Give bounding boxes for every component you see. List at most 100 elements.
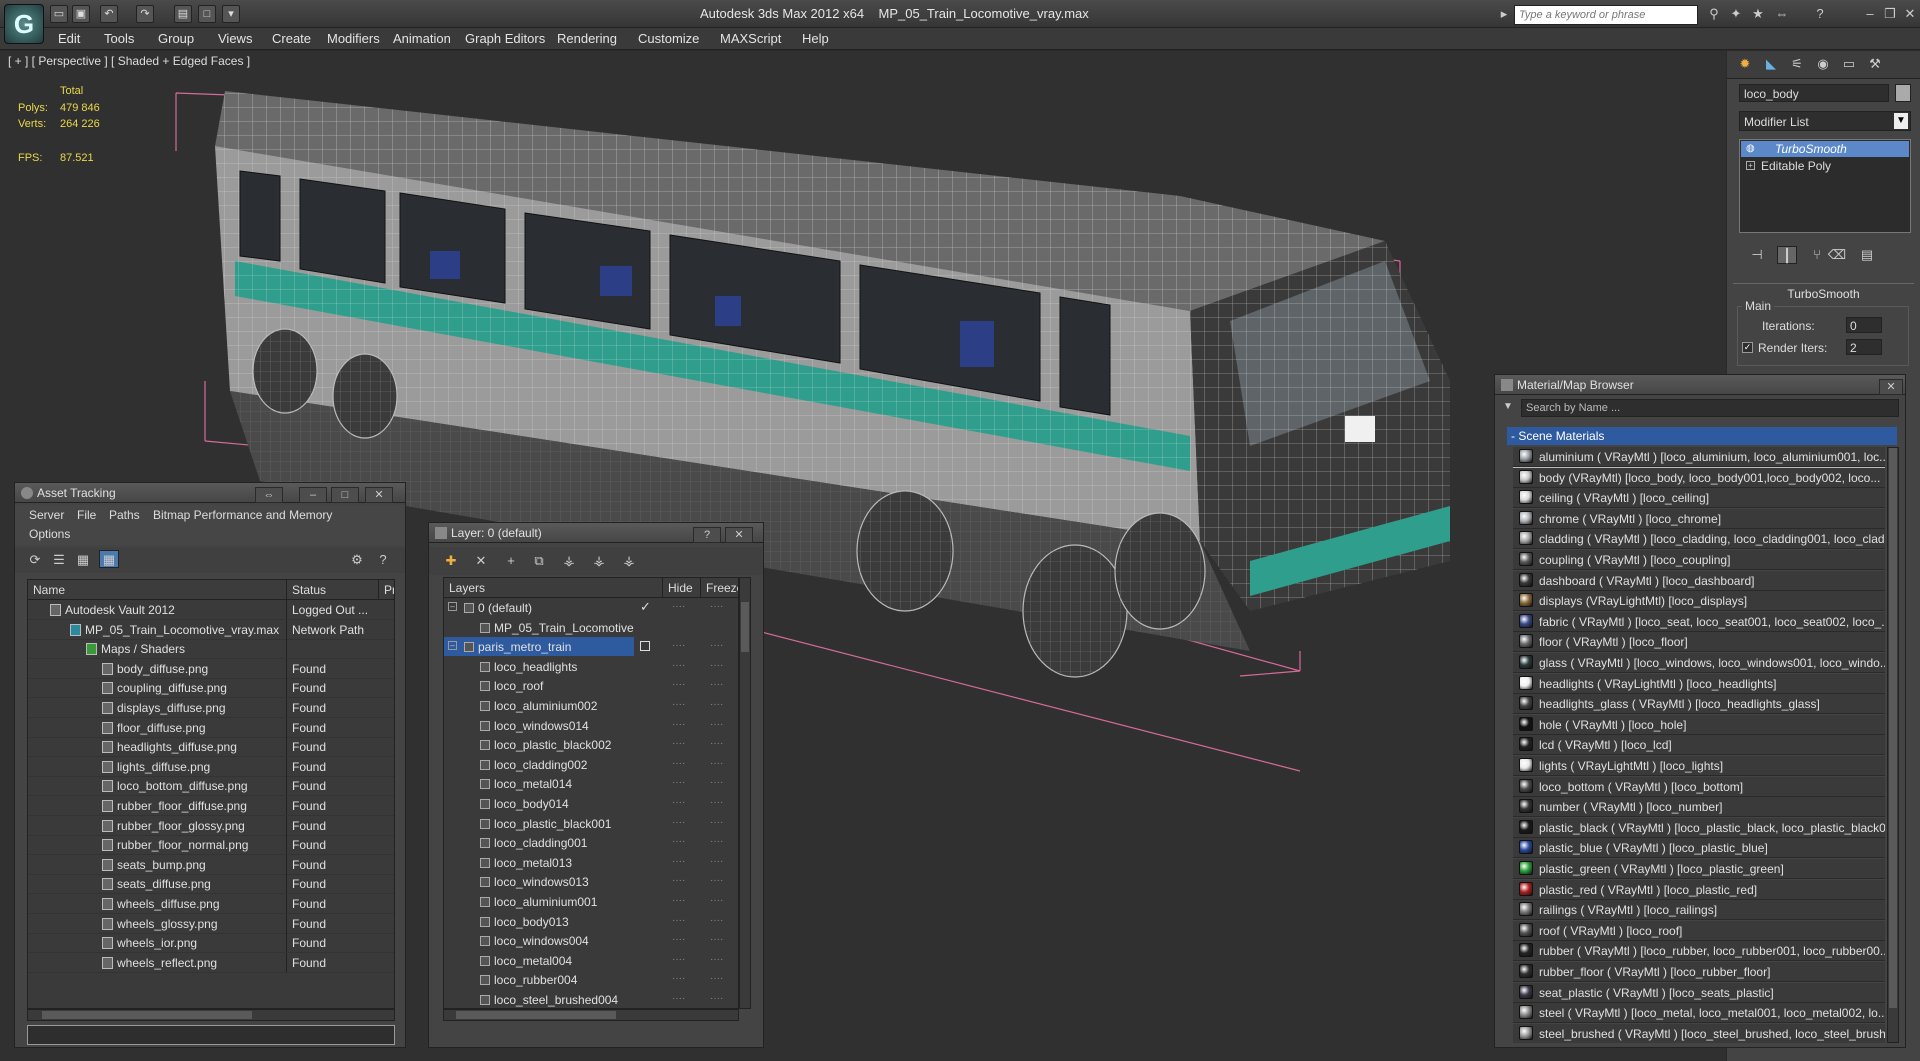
table-view-icon[interactable]: ▦	[99, 550, 119, 568]
freeze-toggle-icon[interactable]: ····	[710, 679, 723, 690]
material-search-input[interactable]: Search by Name ...	[1521, 399, 1899, 417]
col-status[interactable]: Status	[286, 580, 378, 600]
set-current-layer-icon[interactable]	[640, 641, 650, 652]
scroll-thumb[interactable]	[1889, 448, 1897, 1008]
motion-tab-icon[interactable]: ◉	[1813, 55, 1833, 73]
freeze-toggle-icon[interactable]: ····	[710, 738, 723, 749]
scroll-thumb[interactable]	[741, 602, 749, 652]
material-item[interactable]: fabric ( VRayMtl ) [loco_seat, loco_seat…	[1513, 611, 1885, 632]
material-item[interactable]: rubber ( VRayMtl ) [loco_rubber, loco_ru…	[1513, 941, 1885, 962]
freeze-toggle-icon[interactable]: ····	[710, 895, 723, 906]
freeze-toggle-icon[interactable]: ····	[710, 797, 723, 808]
freeze-toggle-icon[interactable]: ····	[710, 817, 723, 828]
collapse-icon[interactable]: –	[448, 641, 457, 651]
freeze-toggle-icon[interactable]: ····	[710, 856, 723, 867]
help-icon[interactable]: ?	[373, 551, 393, 569]
material-item[interactable]: displays (VRayLightMtl) [loco_displays]	[1513, 591, 1885, 612]
col-pro[interactable]: Pro	[378, 580, 394, 600]
freeze-toggle-icon[interactable]: ····	[710, 777, 723, 788]
freeze-all-icon[interactable]: ⚶	[619, 552, 639, 570]
minimize-icon[interactable]: –	[299, 487, 327, 503]
material-item[interactable]: ceiling ( VRayMtl ) [loco_ceiling]	[1513, 488, 1885, 509]
layer-row[interactable]: loco_plastic_black001 ···· ····	[444, 814, 738, 834]
menu-customize[interactable]: Customize	[638, 31, 699, 46]
object-name-field[interactable]: loco_body	[1739, 84, 1889, 102]
hide-toggle-icon[interactable]: ····	[672, 679, 685, 690]
material-item[interactable]: headlights ( VRayLightMtl ) [loco_headli…	[1513, 673, 1885, 694]
save-icon[interactable]: ▣	[72, 5, 90, 23]
material-item[interactable]: floor ( VRayMtl ) [loco_floor]	[1513, 632, 1885, 653]
freeze-toggle-icon[interactable]: ····	[710, 973, 723, 984]
redo-icon[interactable]: ↷	[136, 5, 154, 23]
chevron-down-icon[interactable]: ▼	[1894, 113, 1908, 129]
menu-help[interactable]: Help	[802, 31, 829, 46]
expand-icon[interactable]: +	[1746, 161, 1755, 170]
layer-horizontal-scrollbar[interactable]	[443, 1009, 739, 1021]
layer-row[interactable]: loco_windows014 ···· ····	[444, 716, 738, 736]
close-icon[interactable]: ✕	[1900, 5, 1920, 23]
refresh-icon[interactable]: ⟳	[25, 551, 45, 569]
material-item[interactable]: dashboard ( VRayMtl ) [loco_dashboard]	[1513, 570, 1885, 591]
asset-row[interactable]: Maps / Shaders	[28, 639, 394, 660]
asset-row[interactable]: seats_diffuse.png Found	[28, 874, 394, 895]
material-item[interactable]: body (VRayMtl) [loco_body, loco_body001,…	[1513, 466, 1885, 489]
communication-center-icon[interactable]: ✦	[1726, 5, 1746, 23]
close-icon[interactable]: ✕	[365, 487, 393, 503]
material-item[interactable]: loco_bottom ( VRayMtl ) [loco_bottom]	[1513, 776, 1885, 797]
hierarchy-tab-icon[interactable]: ⚟	[1787, 55, 1807, 73]
material-item[interactable]: coupling ( VRayMtl ) [loco_coupling]	[1513, 550, 1885, 570]
help-button[interactable]: ?	[693, 527, 721, 543]
hide-toggle-icon[interactable]: ····	[672, 993, 685, 1004]
asset-horizontal-scrollbar[interactable]	[27, 1009, 395, 1021]
thumbnail-icon[interactable]: ▦	[73, 551, 93, 569]
layer-row[interactable]: loco_aluminium001 ···· ····	[444, 892, 738, 912]
material-item[interactable]: plastic_black ( VRayMtl ) [loco_plastic_…	[1513, 817, 1885, 838]
asset-row[interactable]: loco_bottom_diffuse.png Found	[28, 776, 394, 797]
active-layer-check-icon[interactable]: ✓	[640, 599, 651, 615]
layer-row[interactable]: loco_metal013 ···· ····	[444, 853, 738, 873]
material-vertical-scrollbar[interactable]	[1887, 447, 1899, 1043]
render-iters-spinner[interactable]: 2	[1846, 339, 1882, 355]
layer-row[interactable]: loco_steel_brushed004 ···· ····	[444, 990, 738, 1008]
highlight-layer-icon[interactable]: ⚶	[559, 552, 579, 570]
asset-row[interactable]: Autodesk Vault 2012 Logged Out ...	[28, 600, 394, 620]
collapse-icon[interactable]: –	[448, 602, 457, 611]
asset-row[interactable]: displays_diffuse.png Found	[28, 698, 394, 718]
menu-file[interactable]: File	[77, 508, 96, 522]
material-item[interactable]: hole ( VRayMtl ) [loco_hole]	[1513, 714, 1885, 735]
hide-toggle-icon[interactable]: ····	[672, 601, 685, 612]
menu-views[interactable]: Views	[218, 31, 252, 46]
help-icon[interactable]: ?	[1810, 5, 1830, 23]
hide-toggle-icon[interactable]: ····	[672, 817, 685, 828]
layer-row[interactable]: loco_metal014 ···· ····	[444, 774, 738, 794]
menu-maxscript[interactable]: MAXScript	[720, 31, 781, 46]
lightbulb-icon[interactable]: ◍	[1746, 143, 1756, 155]
hide-toggle-icon[interactable]: ····	[672, 738, 685, 749]
exchange-icon[interactable]: ⇔	[1772, 5, 1792, 23]
configure-sets-icon[interactable]: ▤	[1857, 246, 1877, 264]
menu-server[interactable]: Server	[29, 508, 64, 522]
material-item[interactable]: glass ( VRayMtl ) [loco_windows, loco_wi…	[1513, 653, 1885, 673]
layer-row[interactable]: MP_05_Train_Locomotive	[444, 618, 738, 638]
delete-layer-icon[interactable]: ✕	[471, 552, 491, 570]
material-item[interactable]: headlights_glass ( VRayMtl ) [loco_headl…	[1513, 694, 1885, 715]
menu-options[interactable]: Options	[29, 527, 70, 541]
undo-icon[interactable]: ↶	[100, 5, 118, 23]
material-item[interactable]: plastic_green ( VRayMtl ) [loco_plastic_…	[1513, 859, 1885, 879]
list-view-icon[interactable]: ☰	[49, 551, 69, 569]
layer-row[interactable]: – paris_metro_train ···· ····	[444, 637, 738, 657]
hide-toggle-icon[interactable]: ····	[672, 954, 685, 965]
freeze-toggle-icon[interactable]: ····	[710, 993, 723, 1004]
freeze-toggle-icon[interactable]: ····	[710, 954, 723, 965]
layer-row[interactable]: loco_headlights ···· ····	[444, 657, 738, 677]
stack-item-turbosmooth[interactable]: TurboSmooth	[1741, 141, 1909, 157]
freeze-toggle-icon[interactable]: ····	[710, 719, 723, 730]
layer-row[interactable]: loco_body014 ···· ····	[444, 794, 738, 814]
layer-row[interactable]: loco_cladding002 ···· ····	[444, 755, 738, 775]
open-icon[interactable]: ▭	[50, 5, 68, 23]
asset-row[interactable]: rubber_floor_glossy.png Found	[28, 815, 394, 836]
hide-toggle-icon[interactable]: ····	[672, 973, 685, 984]
freeze-toggle-icon[interactable]: ····	[710, 875, 723, 886]
col-hide[interactable]: Hide	[662, 578, 700, 598]
settings-icon[interactable]: ⚙	[347, 551, 367, 569]
